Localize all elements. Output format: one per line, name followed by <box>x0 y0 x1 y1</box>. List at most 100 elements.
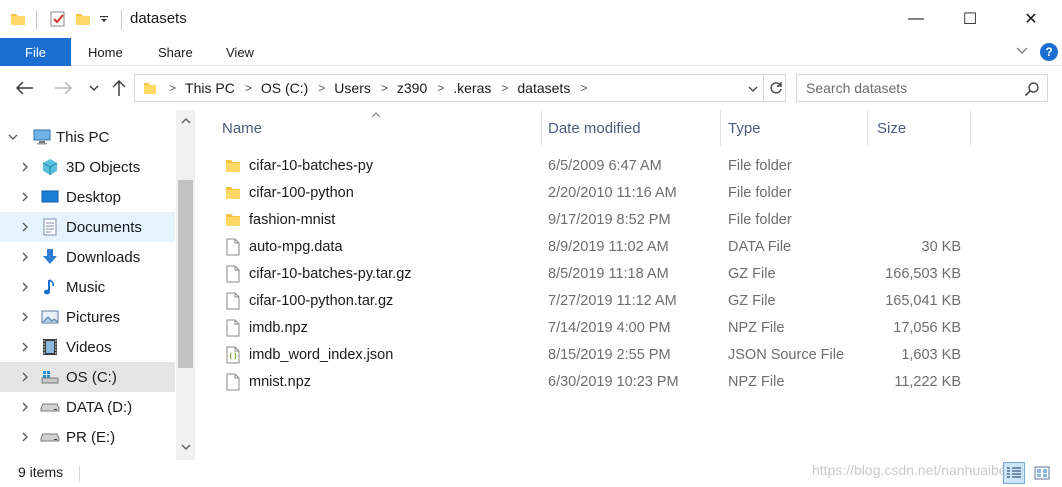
maximize-icon: ☐ <box>962 11 978 28</box>
column-divider[interactable] <box>970 110 971 146</box>
file-date-modified: 7/14/2019 4:00 PM <box>548 319 671 336</box>
sidebar-item-desktop[interactable]: Desktop <box>0 182 175 212</box>
sidebar-item-3d-objects[interactable]: 3D Objects <box>0 152 175 182</box>
file-row[interactable]: cifar-10-batches-py.tar.gz 8/5/2019 11:1… <box>211 260 971 287</box>
search-box[interactable] <box>796 74 1048 102</box>
collapsed-chevron-icon[interactable] <box>18 250 32 264</box>
close-icon: ✕ <box>1024 11 1038 28</box>
windows-drive-icon <box>40 367 60 387</box>
file-row[interactable]: imdb.npz 7/14/2019 4:00 PM NPZ File 17,0… <box>211 314 971 341</box>
sidebar-scrollbar[interactable] <box>176 110 195 460</box>
quick-access-divider <box>36 10 37 30</box>
column-header-size[interactable]: Size <box>877 110 967 146</box>
breadcrumb-separator-icon: > <box>380 81 388 95</box>
breadcrumb-item[interactable]: > OS (C:) <box>235 80 308 96</box>
expanded-chevron-icon[interactable] <box>6 130 20 144</box>
file-type: GZ File <box>728 292 776 309</box>
column-divider[interactable] <box>867 110 868 146</box>
file-date-modified: 6/5/2009 6:47 AM <box>548 157 662 174</box>
file-row[interactable]: mnist.npz 6/30/2019 10:23 PM NPZ File 11… <box>211 368 971 395</box>
file-row[interactable]: auto-mpg.data 8/9/2019 11:02 AM DATA Fil… <box>211 233 971 260</box>
tab-home[interactable]: Home <box>88 38 123 66</box>
sidebar-item-os-c[interactable]: OS (C:) <box>0 362 175 392</box>
breadcrumb-separator-icon: > <box>501 81 509 95</box>
file-row[interactable]: cifar-10-batches-py 6/5/2009 6:47 AM Fil… <box>211 152 971 179</box>
column-divider[interactable] <box>541 110 542 146</box>
sidebar-item-music[interactable]: Music <box>0 272 175 302</box>
watermark: https://blog.csdn.net/nanhuaibeian <box>812 462 1026 478</box>
search-input[interactable] <box>806 80 1016 96</box>
new-folder-icon[interactable] <box>75 9 91 29</box>
address-history-chevron-icon[interactable] <box>745 81 761 97</box>
file-row[interactable]: cifar-100-python.tar.gz 7/27/2019 11:12 … <box>211 287 971 314</box>
breadcrumb-item[interactable]: > Users <box>308 80 371 96</box>
details-view-icon[interactable] <box>1003 462 1025 484</box>
scroll-up-arrow-icon[interactable] <box>176 112 195 129</box>
file-name: auto-mpg.data <box>249 238 343 255</box>
sidebar-item-videos[interactable]: Videos <box>0 332 175 362</box>
breadcrumb-separator-icon: > <box>437 81 445 95</box>
large-icons-view-icon[interactable] <box>1031 462 1053 484</box>
recent-locations-chevron-icon[interactable] <box>86 77 102 99</box>
forward-arrow-icon[interactable] <box>52 77 74 99</box>
sidebar-item-this-pc[interactable]: This PC <box>0 122 175 152</box>
folder-icon <box>223 206 243 233</box>
breadcrumb-item[interactable]: > datasets <box>491 80 570 96</box>
minimize-button[interactable]: — <box>893 0 939 38</box>
search-icon[interactable] <box>1023 80 1041 98</box>
sidebar-item-pictures[interactable]: Pictures <box>0 302 175 332</box>
breadcrumb-separator-icon: > <box>169 81 177 95</box>
column-header-date-modified[interactable]: Date modified <box>548 110 718 146</box>
file-row[interactable]: fashion-mnist 9/17/2019 8:52 PM File fol… <box>211 206 971 233</box>
tab-file[interactable]: File <box>0 38 71 66</box>
customize-toolbar-dropdown-icon[interactable] <box>98 9 110 29</box>
file-name: mnist.npz <box>249 373 312 390</box>
collapsed-chevron-icon[interactable] <box>18 190 32 204</box>
refresh-icon[interactable] <box>763 75 787 101</box>
breadcrumb-item[interactable]: > .keras <box>427 80 491 96</box>
close-button[interactable]: ✕ <box>1008 0 1054 38</box>
sidebar-item-pr-e[interactable]: PR (E:) <box>0 422 175 452</box>
window-title: datasets <box>130 10 187 27</box>
expand-ribbon-chevron-icon[interactable] <box>1014 43 1030 59</box>
collapsed-chevron-icon[interactable] <box>18 280 32 294</box>
scrollbar-thumb[interactable] <box>178 180 193 368</box>
breadcrumb-separator-icon: > <box>318 81 326 95</box>
file-name: cifar-10-batches-py.tar.gz <box>249 265 412 282</box>
breadcrumb-item[interactable]: > This PC <box>159 80 235 96</box>
file-size: 17,056 KB <box>893 319 961 336</box>
file-date-modified: 8/9/2019 11:02 AM <box>548 238 669 255</box>
file-row[interactable]: cifar-100-python 2/20/2010 11:16 AM File… <box>211 179 971 206</box>
collapsed-chevron-icon[interactable] <box>18 310 32 324</box>
status-divider <box>79 466 80 482</box>
column-header-name[interactable]: Name <box>222 110 538 146</box>
breadcrumb-separator-icon: > <box>580 81 588 95</box>
help-button[interactable]: ? <box>1040 43 1058 61</box>
downloads-icon <box>40 247 60 267</box>
maximize-button[interactable]: ☐ <box>947 0 993 38</box>
file-date-modified: 8/5/2019 11:18 AM <box>548 265 669 282</box>
collapsed-chevron-icon[interactable] <box>18 370 32 384</box>
sidebar-item-documents[interactable]: Documents <box>0 212 175 242</box>
collapsed-chevron-icon[interactable] <box>18 340 32 354</box>
up-arrow-icon[interactable] <box>108 77 130 99</box>
breadcrumb-trailing-separator[interactable]: > <box>570 81 596 95</box>
file-size <box>871 152 961 179</box>
sidebar-item-downloads[interactable]: Downloads <box>0 242 175 272</box>
collapsed-chevron-icon[interactable] <box>18 400 32 414</box>
scroll-down-arrow-icon[interactable] <box>176 438 195 455</box>
collapsed-chevron-icon[interactable] <box>18 430 32 444</box>
sidebar-item-data-d[interactable]: DATA (D:) <box>0 392 175 422</box>
properties-icon[interactable] <box>49 9 67 29</box>
column-header-type[interactable]: Type <box>728 110 866 146</box>
back-arrow-icon[interactable] <box>14 77 36 99</box>
file-type: JSON Source File <box>728 346 845 363</box>
breadcrumb-item[interactable]: > z390 <box>371 80 427 96</box>
collapsed-chevron-icon[interactable] <box>18 220 32 234</box>
file-row[interactable]: imdb_word_index.json 8/15/2019 2:55 PM J… <box>211 341 971 368</box>
column-divider[interactable] <box>720 110 721 146</box>
address-bar[interactable]: > This PC > OS (C:) > Users > z390 > .keras >… <box>134 74 786 102</box>
tab-view[interactable]: View <box>226 38 254 66</box>
tab-share[interactable]: Share <box>158 38 193 66</box>
collapsed-chevron-icon[interactable] <box>18 160 32 174</box>
